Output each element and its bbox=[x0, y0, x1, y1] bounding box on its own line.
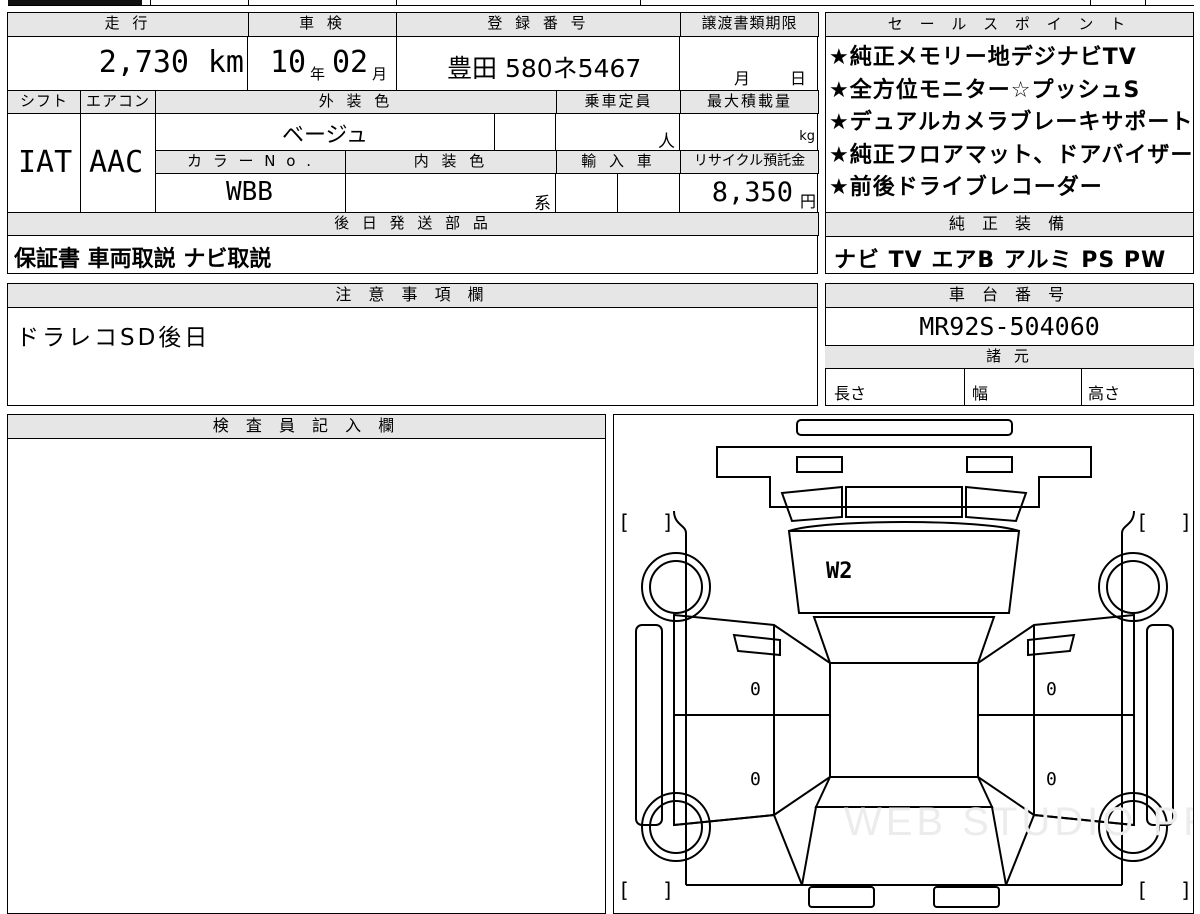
door-mark-front-right: 0 bbox=[1046, 679, 1057, 700]
inspection-month: 02 bbox=[332, 45, 369, 80]
recycle-fee-header: リサイクル預託金 bbox=[680, 150, 819, 174]
specs-header: 諸 元 bbox=[825, 345, 1194, 369]
sales-point-item: ★純正メモリー地デジナビTV bbox=[829, 45, 1137, 70]
aircon-value: AAC bbox=[89, 145, 144, 180]
svg-text:[: [ bbox=[618, 878, 630, 902]
later-parts-value: 保証書 車両取説 ナビ取説 bbox=[14, 247, 272, 272]
svg-text:[: [ bbox=[1136, 878, 1148, 902]
capacity-unit: 人 bbox=[658, 132, 675, 152]
month-unit: 月 bbox=[372, 65, 388, 83]
color-no-header: カ ラ ー N o . bbox=[155, 150, 346, 174]
imported-header: 輸 入 車 bbox=[556, 150, 681, 174]
spec-length-label: 長さ bbox=[834, 384, 867, 403]
notes-panel: 注 意 事 項 欄 ドラレコSD後日 bbox=[7, 283, 818, 406]
watermark: WEB STUDIO PRO bbox=[844, 800, 1193, 844]
sales-point-item: ★前後ドライブレコーダー bbox=[829, 175, 1103, 200]
car-diagram-panel: [] [] [] [] WEB STUDIO PRO W2 0 0 0 0 bbox=[613, 414, 1194, 914]
sales-points-panel: セ ー ル ス ポ イ ン ト ★純正メモリー地デジナビTV ★全方位モニター☆… bbox=[825, 12, 1194, 214]
sales-point-item: ★デュアルカメラブレーキサポート bbox=[829, 110, 1194, 135]
load-unit: kg bbox=[799, 129, 815, 144]
door-mark-rear-left: 0 bbox=[750, 769, 761, 790]
equipment-panel: 純 正 装 備 ナビ TV エアB アルミ PS PW bbox=[825, 212, 1194, 274]
svg-text:[: [ bbox=[618, 510, 630, 534]
exterior-color-value: ベージュ bbox=[282, 123, 369, 148]
inspection-header: 車 検 bbox=[248, 12, 397, 37]
sales-point-item: ★純正フロアマット、ドアバイザー bbox=[829, 142, 1194, 168]
top-strip bbox=[0, 0, 1200, 6]
mileage-unit: km bbox=[207, 45, 244, 80]
exterior-color-header: 外 装 色 bbox=[155, 90, 557, 114]
interior-unit: 系 bbox=[534, 194, 551, 214]
equipment-header: 純 正 装 備 bbox=[826, 213, 1193, 237]
equipment-value: ナビ TV エアB アルミ PS PW bbox=[834, 248, 1167, 273]
svg-text:]: ] bbox=[1180, 510, 1192, 534]
max-load-header: 最大積載量 bbox=[680, 90, 819, 114]
svg-text:]: ] bbox=[662, 510, 674, 534]
year-unit: 年 bbox=[310, 65, 326, 83]
door-mark-rear-right: 0 bbox=[1046, 769, 1057, 790]
deadline-header: 譲渡書類期限 bbox=[680, 12, 819, 37]
spec-width-label: 幅 bbox=[972, 384, 989, 403]
chassis-header: 車 台 番 号 bbox=[826, 284, 1193, 308]
spec-height-label: 高さ bbox=[1088, 384, 1121, 403]
deadline-month-unit: 月 bbox=[734, 69, 751, 88]
registration-header: 登 録 番 号 bbox=[396, 12, 681, 37]
svg-text:]: ] bbox=[1180, 878, 1192, 902]
yen-unit: 円 bbox=[799, 192, 816, 211]
sales-points-header: セ ー ル ス ポ イ ン ト bbox=[826, 13, 1193, 37]
shift-header: シフト bbox=[7, 90, 81, 114]
later-parts-header: 後 日 発 送 部 品 bbox=[7, 212, 819, 236]
mileage-value: 2,730 bbox=[98, 45, 189, 80]
capacity-header: 乗車定員 bbox=[556, 90, 681, 114]
inspection-year: 10 bbox=[270, 45, 307, 80]
interior-color-header: 内 装 色 bbox=[345, 150, 557, 174]
aircon-header: エアコン bbox=[80, 90, 156, 114]
deadline-day-unit: 日 bbox=[790, 69, 807, 88]
chassis-panel: 車 台 番 号 MR92S-504060 諸 元 長さ 幅 高さ bbox=[825, 283, 1194, 406]
svg-text:]: ] bbox=[662, 878, 674, 902]
svg-text:[: [ bbox=[1136, 510, 1148, 534]
mileage-header: 走 行 bbox=[7, 12, 249, 37]
sales-point-item: ★全方位モニター☆プッシュS bbox=[829, 77, 1141, 103]
inspector-panel: 検 査 員 記 入 欄 bbox=[7, 414, 606, 914]
door-mark-front-left: 0 bbox=[750, 679, 761, 700]
chassis-number: MR92S-504060 bbox=[919, 312, 1100, 341]
notes-value: ドラレコSD後日 bbox=[16, 325, 211, 351]
hood-damage-mark: W2 bbox=[826, 559, 853, 584]
inspector-header: 検 査 員 記 入 欄 bbox=[8, 415, 605, 439]
vehicle-info-table: 走 行 車 検 登 録 番 号 譲渡書類期限 2,730 km 10 年 02 … bbox=[7, 12, 819, 274]
registration-number: 豊田 580ネ5467 bbox=[447, 54, 642, 83]
shift-value: IAT bbox=[18, 145, 73, 180]
color-no-value: WBB bbox=[226, 177, 273, 207]
recycle-fee-value: 8,350 bbox=[711, 177, 793, 208]
notes-header: 注 意 事 項 欄 bbox=[8, 284, 817, 308]
